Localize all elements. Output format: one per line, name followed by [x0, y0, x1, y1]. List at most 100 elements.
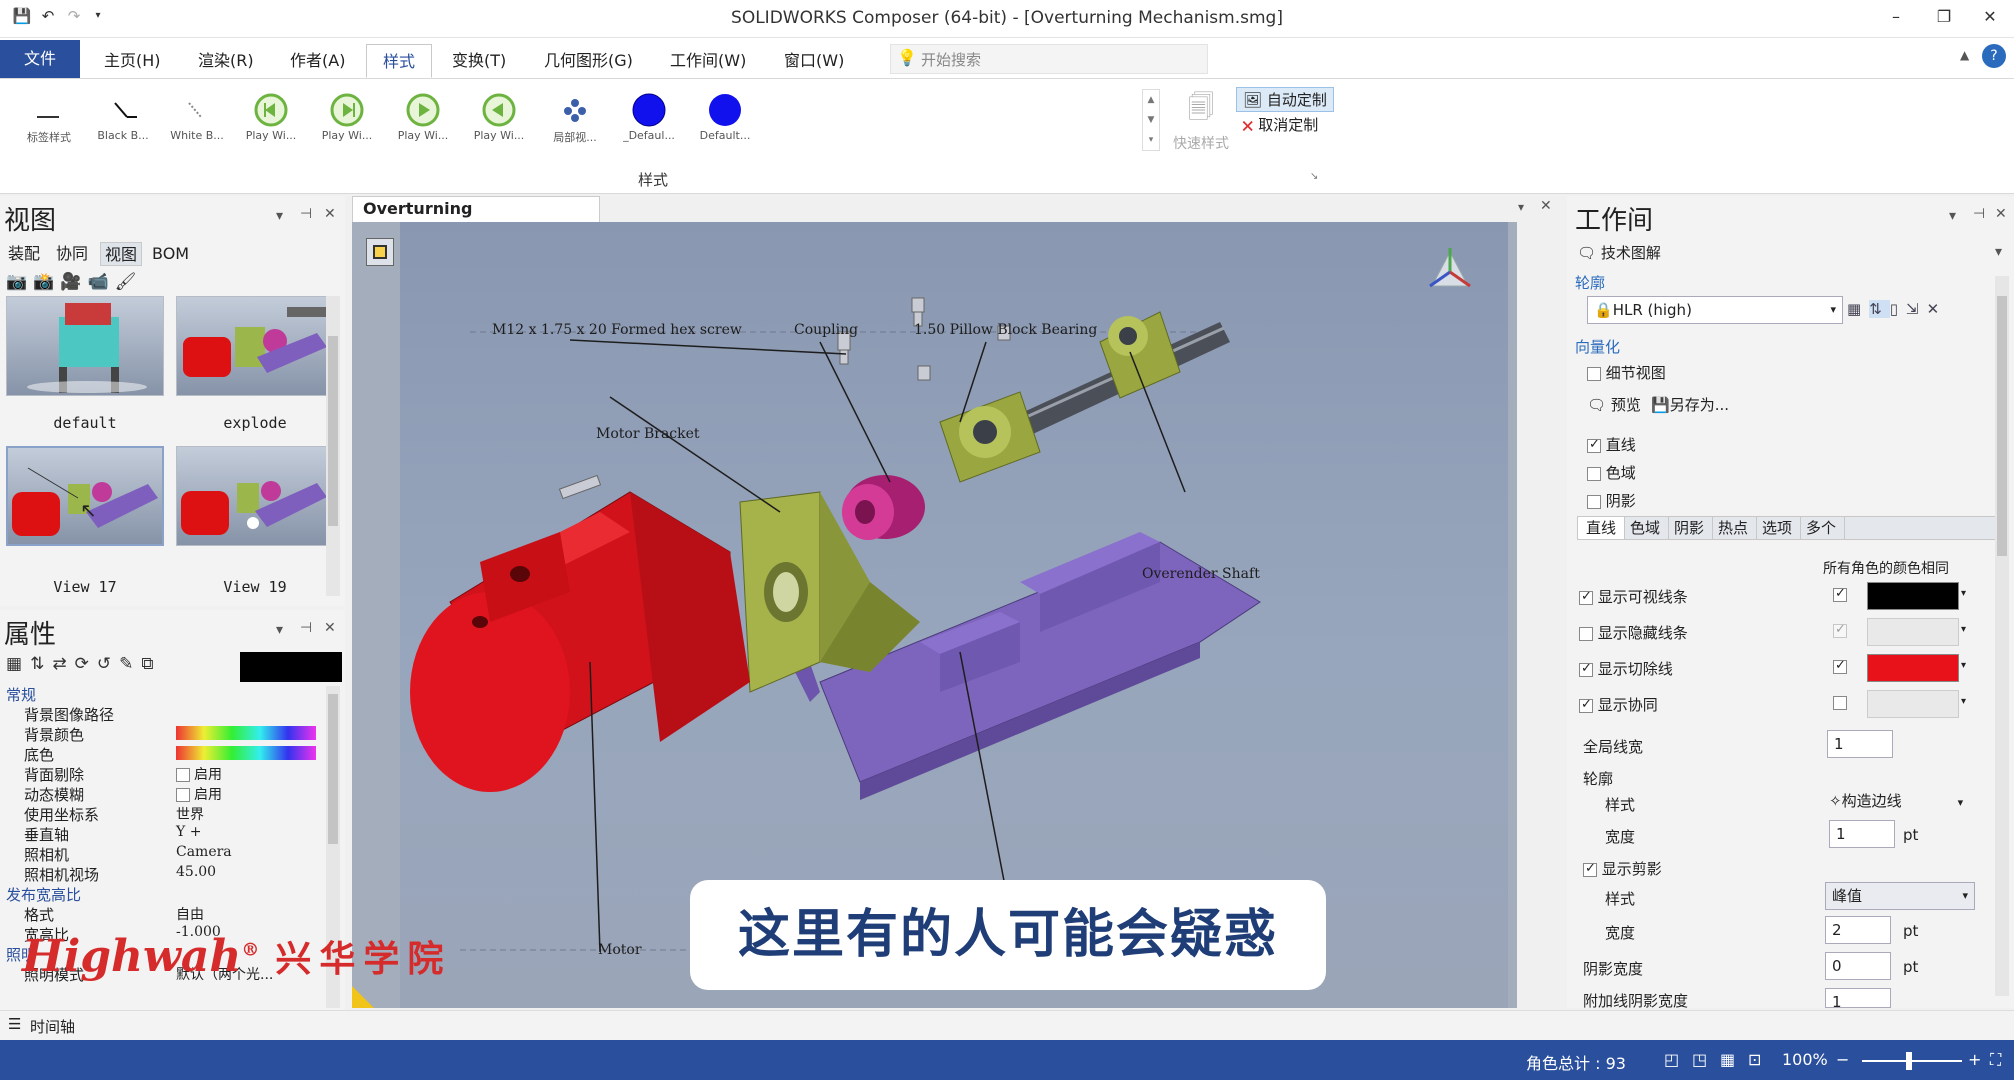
color-dropdown-icon[interactable]: ▾ — [1961, 624, 1966, 635]
dialog-launcher-icon[interactable]: ↘ — [1310, 171, 1318, 182]
gallery-item-default-blue-2[interactable]: Default... — [688, 91, 762, 153]
view-thumb-view17[interactable] — [6, 446, 164, 546]
auto-custom-button[interactable]: 🖼 自动定制 — [1236, 87, 1334, 112]
color-dropdown-icon[interactable]: ▾ — [1961, 660, 1966, 671]
property-category[interactable]: 发布宽高比 — [0, 884, 330, 904]
panel-close-icon[interactable]: ✕ — [324, 620, 336, 636]
line-option-checkbox[interactable] — [1579, 626, 1593, 641]
callout-motor[interactable]: Motor — [598, 942, 642, 958]
panel-menu-icon[interactable]: ▾ — [1949, 208, 1956, 224]
pin-icon[interactable]: ⊣ — [300, 206, 312, 222]
global-width-input[interactable]: 1 — [1827, 730, 1893, 758]
subtab-4[interactable]: 选项 — [1754, 517, 1802, 539]
color-dropdown-icon[interactable]: ▾ — [1961, 696, 1966, 707]
extra-width-input[interactable]: 1 — [1825, 988, 1891, 1011]
view-mode-icon-1[interactable]: ◰ — [1664, 1050, 1679, 1069]
tab-views[interactable]: 视图 — [100, 242, 143, 266]
tab-render[interactable]: 渲染(R) — [192, 44, 260, 78]
gallery-item-play-forward[interactable]: Play Wi... — [310, 91, 384, 153]
preview-button[interactable]: 🗨 预览 — [1587, 394, 1641, 415]
zoom-out-icon[interactable]: − — [1836, 1050, 1849, 1069]
tab-assembly[interactable]: 装配 — [4, 242, 44, 266]
clip-style-select[interactable]: 峰值 ▾ — [1825, 882, 1975, 910]
panel-menu-icon[interactable]: ▾ — [276, 622, 283, 638]
gallery-item-play[interactable]: Play Wi... — [386, 91, 460, 153]
save-as-button[interactable]: 💾另存为... — [1651, 394, 1729, 415]
property-row[interactable]: 背景颜色 — [0, 724, 330, 744]
gallery-item-default-blue-1[interactable]: _Defaul... — [612, 91, 686, 153]
callout-hex-screw[interactable]: M12 x 1.75 x 20 Formed hex screw — [492, 322, 742, 338]
tab-transform[interactable]: 变换(T) — [446, 44, 512, 78]
fullscreen-icon[interactable]: ⛶ — [1990, 1050, 2001, 1070]
quick-style-button[interactable]: 🗐 快速样式 — [1166, 89, 1236, 153]
panel-close-icon[interactable]: ✕ — [324, 206, 336, 222]
workspace-header[interactable]: 🗨 技术图解 — [1577, 242, 1661, 263]
edit-icon[interactable]: ✎ — [119, 654, 141, 674]
tab-file[interactable]: 文件 — [0, 40, 80, 78]
checkbox[interactable] — [1587, 437, 1601, 453]
delete-icon[interactable]: ✕ — [1927, 300, 1948, 318]
show-clip-check[interactable]: 显示剪影 — [1583, 858, 1662, 879]
sort-az-icon[interactable]: ⇅ — [30, 654, 52, 674]
gallery-item-black-b[interactable]: Black B... — [86, 91, 160, 153]
timeline-bar[interactable]: ☰ 时间轴 — [0, 1010, 2014, 1040]
viewport-toggle-icon[interactable] — [366, 238, 394, 266]
property-row[interactable]: 背面剔除 启用 — [0, 764, 330, 784]
gallery-scroll[interactable]: ▲ ▼ ▾ — [1142, 89, 1160, 151]
property-row[interactable]: 动态模糊 启用 — [0, 784, 330, 804]
camera-icon[interactable]: 📹 — [88, 272, 115, 292]
views-scrollbar[interactable] — [326, 296, 340, 596]
property-row[interactable]: 照相机视场 45.00 — [0, 864, 330, 884]
property-value[interactable]: Camera — [176, 844, 232, 860]
collapse-ribbon-icon[interactable]: ▲ — [1960, 48, 1969, 62]
close-icon[interactable]: ✕ — [1970, 4, 2010, 30]
tab-author[interactable]: 作者(A) — [284, 44, 351, 78]
tab-collab[interactable]: 协同 — [52, 242, 92, 266]
line-option-row[interactable]: 显示协同 — [1579, 694, 1658, 715]
link-icon[interactable]: ⇄ — [52, 654, 74, 674]
view-mode-icon-2[interactable]: ◳ — [1692, 1050, 1707, 1069]
line-option-checkbox[interactable] — [1579, 697, 1593, 713]
view-thumb-default[interactable] — [6, 296, 164, 396]
clip-width-input[interactable]: 2 — [1825, 916, 1891, 944]
shadow-width-input[interactable]: 0 — [1825, 952, 1891, 980]
categorized-icon[interactable]: ▦ — [6, 654, 30, 674]
grid-icon[interactable]: ▦ — [1847, 300, 1869, 318]
tab-home[interactable]: 主页(H) — [98, 44, 167, 78]
tab-bom[interactable]: BOM — [148, 242, 193, 266]
line-color-picker[interactable] — [1867, 690, 1959, 718]
line-color-picker[interactable] — [1867, 654, 1959, 682]
line-color-picker[interactable] — [1867, 582, 1959, 610]
gallery-item-label-style[interactable]: 标签样式 — [12, 91, 86, 153]
tab-geometry[interactable]: 几何图形(G) — [538, 44, 639, 78]
property-value[interactable]: Y + — [176, 824, 201, 840]
checkbox[interactable] — [1587, 494, 1601, 509]
zoom-in-icon[interactable]: + — [1968, 1050, 1981, 1069]
line-option-row[interactable]: 显示隐藏线条 — [1579, 622, 1688, 643]
same-color-checkbox[interactable] — [1833, 658, 1847, 674]
workspace-scrollbar[interactable] — [1995, 276, 2009, 996]
brush-icon[interactable]: 🖌 — [115, 272, 143, 292]
view-thumb-explode[interactable] — [176, 296, 334, 396]
gallery-item-play-back[interactable]: Play Wi... — [462, 91, 536, 153]
checkbox[interactable] — [1587, 466, 1601, 481]
panel-close-icon[interactable]: ✕ — [1995, 206, 2007, 222]
view-thumb-view19[interactable] — [176, 446, 334, 546]
same-color-checkbox[interactable] — [1833, 586, 1847, 602]
record-view-icon[interactable]: 🎥 — [60, 272, 87, 292]
minimize-icon[interactable]: – — [1876, 4, 1916, 30]
property-value[interactable]: 启用 — [176, 764, 222, 784]
gallery-item-local-view[interactable]: 局部视... — [538, 91, 612, 153]
cancel-custom-button[interactable]: 🗙 取消定制 — [1236, 113, 1324, 141]
same-color-checkbox[interactable] — [1833, 696, 1847, 710]
pin-icon[interactable]: ⊣ — [300, 620, 312, 636]
property-checkbox[interactable] — [176, 788, 190, 802]
restore-icon[interactable]: ❐ — [1924, 4, 1964, 30]
property-row[interactable]: 使用坐标系 世界 — [0, 804, 330, 824]
color-spectrum[interactable] — [176, 726, 316, 740]
color-spectrum[interactable] — [176, 746, 316, 760]
tab-workshops[interactable]: 工作间(W) — [664, 44, 752, 78]
vector-check-item[interactable]: 色域 — [1587, 462, 1636, 483]
property-value[interactable]: 启用 — [176, 784, 222, 804]
detail-view-check[interactable]: 细节视图 — [1587, 362, 1666, 383]
